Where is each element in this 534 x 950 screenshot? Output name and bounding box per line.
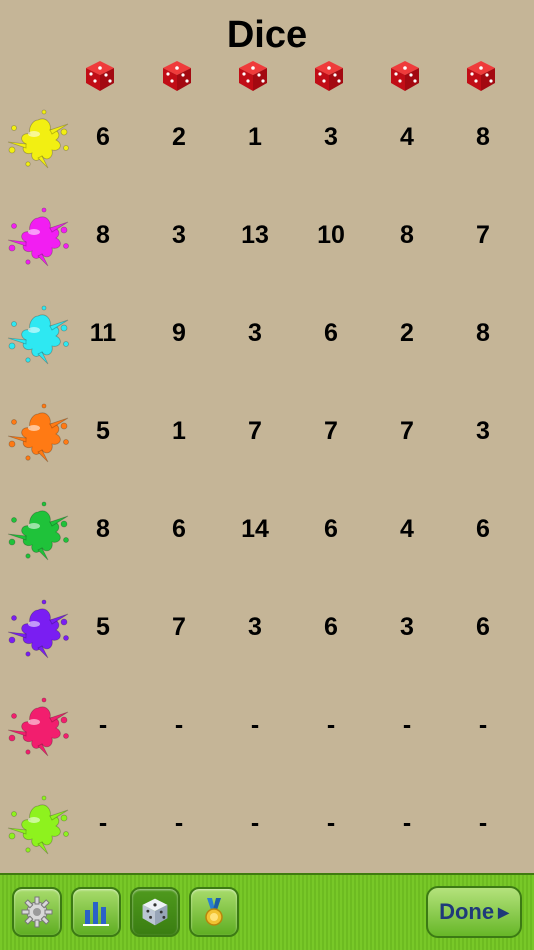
score-cell: - (174, 808, 184, 837)
medal-icon (205, 898, 223, 926)
achievements-button[interactable] (189, 887, 239, 937)
score-cell: - (326, 710, 336, 739)
score-cell: - (326, 808, 336, 837)
dice-button[interactable] (130, 887, 180, 937)
score-cell: 7 (172, 612, 186, 641)
paint-splat-icon (7, 207, 69, 267)
player-row: 5 7 3 6 3 6 (0, 578, 534, 676)
dice-icon (142, 898, 168, 926)
score-cell: - (250, 808, 260, 837)
paint-splat-icon (7, 305, 69, 365)
score-cell: 6 (324, 612, 338, 641)
gear-icon (21, 896, 53, 928)
player-row: 11 9 3 6 2 8 (0, 284, 534, 382)
player-row: 6 2 1 3 4 8 (0, 88, 534, 186)
dice-score-grid: 6 2 1 3 4 8 8 3 13 10 8 7 11 9 3 6 2 8 5 1 7 7 7 3 8 6 14 6 4 6 5 7 3 6 3 6… (0, 88, 534, 872)
done-label: Done (439, 899, 495, 924)
statistics-button[interactable] (71, 887, 121, 937)
score-cell: 8 (96, 514, 110, 543)
score-cell: - (98, 710, 108, 739)
player-row: ------ (0, 676, 534, 774)
score-cell: 9 (172, 318, 186, 347)
paint-splat-icon (7, 795, 69, 855)
score-cell: - (250, 710, 260, 739)
score-cell: 6 (476, 514, 490, 543)
score-cell: 4 (400, 514, 414, 543)
score-cell: 14 (241, 514, 269, 543)
done-button[interactable]: Done ▶ (426, 886, 522, 938)
score-cell: 7 (400, 416, 414, 445)
score-cell: 8 (400, 220, 414, 249)
bottom-toolbar: Done ▶ (0, 873, 534, 950)
score-cell: 1 (172, 416, 186, 445)
score-cell: 6 (324, 318, 338, 347)
score-cell: 5 (96, 416, 110, 445)
score-cell: 3 (248, 612, 262, 641)
score-cell: - (478, 808, 488, 837)
score-cell: 8 (96, 220, 110, 249)
player-row: 8 3 13 10 8 7 (0, 186, 534, 284)
score-cell: 3 (324, 122, 338, 151)
score-cell: 3 (476, 416, 490, 445)
score-cell: 6 (172, 514, 186, 543)
play-arrow-icon: ▶ (498, 903, 509, 920)
score-cell: 7 (248, 416, 262, 445)
player-row: 5 1 7 7 7 3 (0, 382, 534, 480)
page-title: Dice (226, 14, 308, 56)
score-cell: 7 (476, 220, 490, 249)
score-cell: 2 (400, 318, 414, 347)
score-cell: 7 (324, 416, 338, 445)
score-cell: - (402, 808, 412, 837)
player-row: 8 6 14 6 4 6 (0, 480, 534, 578)
score-cell: 2 (172, 122, 186, 151)
paint-splat-icon (7, 403, 69, 463)
paint-splat-icon (7, 109, 69, 169)
paint-splat-icon (7, 697, 69, 757)
score-cell: 3 (400, 612, 414, 641)
score-cell: 8 (476, 318, 490, 347)
settings-button[interactable] (12, 887, 62, 937)
paint-splat-icon (7, 501, 69, 561)
score-cell: 6 (96, 122, 110, 151)
score-cell: 10 (317, 220, 345, 249)
score-cell: 5 (96, 612, 110, 641)
score-cell: 3 (248, 318, 262, 347)
score-cell: 6 (476, 612, 490, 641)
score-cell: - (98, 808, 108, 837)
score-cell: 13 (241, 220, 269, 249)
score-cell: - (402, 710, 412, 739)
score-cell: 4 (400, 122, 414, 151)
score-cell: 6 (324, 514, 338, 543)
player-row: ------ (0, 774, 534, 872)
score-cell: - (174, 710, 184, 739)
score-cell: - (478, 710, 488, 739)
paint-splat-icon (7, 599, 69, 659)
score-cell: 3 (172, 220, 186, 249)
score-cell: 11 (89, 318, 117, 347)
score-cell: 1 (248, 122, 262, 151)
score-cell: 8 (476, 122, 490, 151)
bar-chart-icon (83, 902, 109, 926)
